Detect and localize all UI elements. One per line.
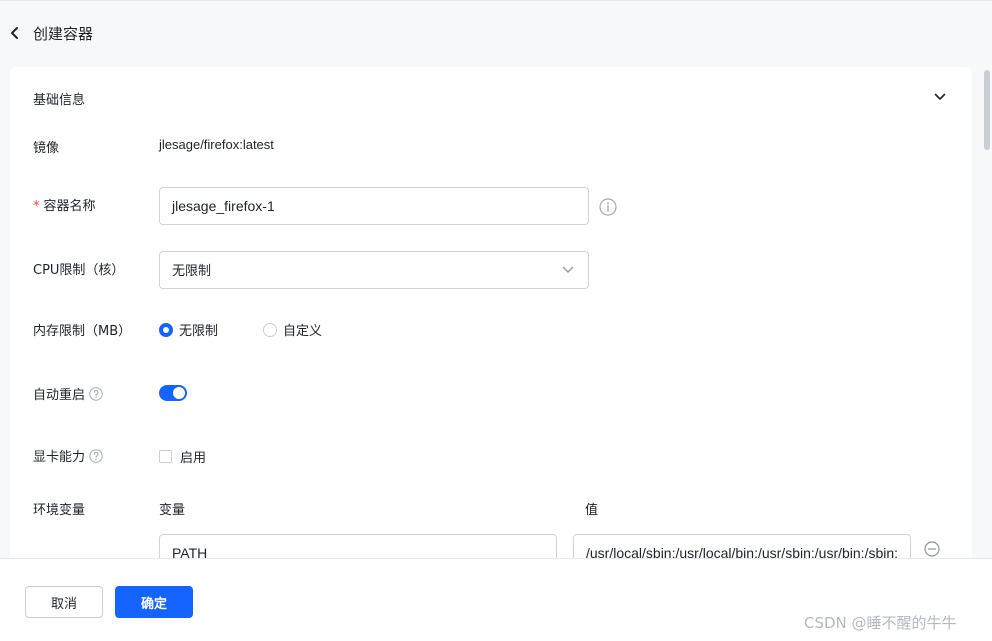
page-title: 创建容器 <box>33 25 94 43</box>
cpu-limit-select[interactable]: 无限制 <box>159 251 589 289</box>
env-vars-label: 环境变量 <box>33 503 86 518</box>
radio-unchecked-icon <box>263 322 277 337</box>
cpu-limit-value: 无限制 <box>172 264 212 279</box>
radio-unlimited[interactable]: 无限制 <box>159 320 218 339</box>
question-circle-icon[interactable] <box>89 387 103 401</box>
question-circle-icon[interactable] <box>89 449 103 463</box>
chevron-left-icon[interactable] <box>9 26 21 40</box>
env-col-name: 变量 <box>159 503 186 518</box>
info-icon <box>599 198 617 216</box>
required-mark: * <box>33 199 40 214</box>
gpu-label-text: 显卡能力 <box>33 450 86 465</box>
watermark: CSDN @睡不醒的牛牛 <box>804 614 957 632</box>
auto-restart-label: 自动重启 <box>33 384 103 403</box>
form-card: 基础信息 镜像 jlesage/firefox:latest * 容器名称 jle… <box>10 67 972 572</box>
gpu-label: 显卡能力 <box>33 446 103 465</box>
memory-limit-label: 内存限制（MB） <box>33 324 132 339</box>
radio-custom[interactable]: 自定义 <box>263 320 322 339</box>
image-label: 镜像 <box>33 141 60 156</box>
gpu-enable-checkbox[interactable]: 启用 <box>159 447 206 466</box>
env-col-value: 值 <box>585 503 599 518</box>
checkbox-box <box>159 450 172 463</box>
radio-checked-icon <box>159 322 173 337</box>
checkbox-label: 启用 <box>180 451 207 466</box>
chevron-down-icon[interactable] <box>934 93 946 101</box>
container-name-label: * 容器名称 <box>33 195 96 214</box>
cpu-limit-label: CPU限制（核） <box>33 263 125 278</box>
toggle-knob <box>173 387 185 399</box>
container-name-label-text: 容器名称 <box>43 199 96 214</box>
confirm-button[interactable]: 确定 <box>115 586 193 618</box>
auto-restart-label-text: 自动重启 <box>33 388 86 403</box>
minus-circle-icon[interactable] <box>924 541 940 557</box>
auto-restart-toggle[interactable] <box>159 385 187 401</box>
section-title: 基础信息 <box>33 93 86 108</box>
radio-label: 无限制 <box>179 324 219 339</box>
image-value: jlesage/firefox:latest <box>159 137 274 152</box>
radio-label: 自定义 <box>283 324 323 339</box>
cancel-button[interactable]: 取消 <box>25 586 103 618</box>
page-header: 创建容器 <box>0 0 992 66</box>
form-footer: 取消 确定 CSDN @睡不醒的牛牛 <box>0 558 992 641</box>
container-name-input[interactable]: jlesage_firefox-1 <box>159 187 589 225</box>
chevron-down-icon <box>562 266 574 273</box>
scrollbar-thumb[interactable] <box>984 70 990 150</box>
